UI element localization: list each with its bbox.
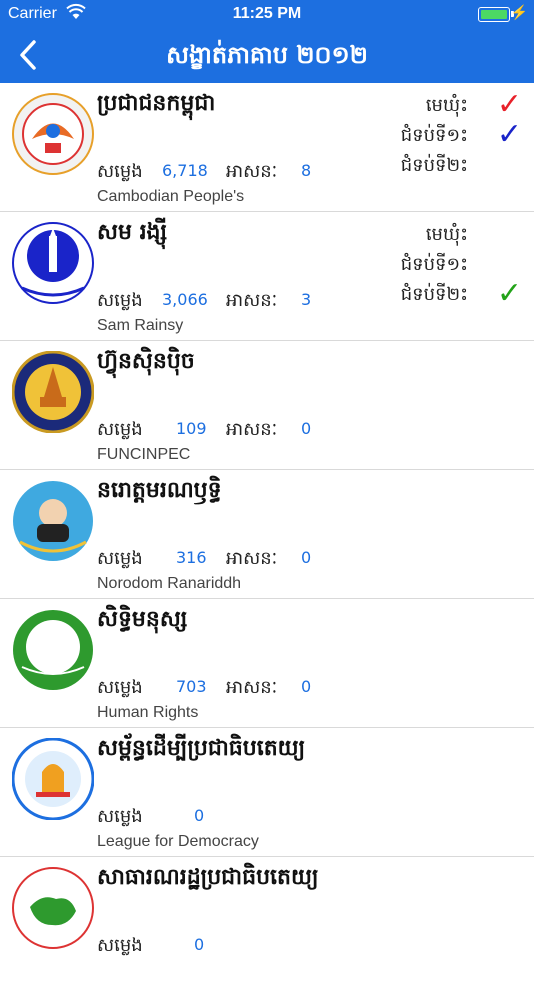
votes-value: 109 <box>176 419 207 438</box>
seats-value: 0 <box>301 419 312 438</box>
norodom-ranariddh-logo-icon <box>12 480 94 562</box>
seats-label: អាសនៈ <box>226 548 278 569</box>
commune-chief-label: មេឃុំះ <box>425 224 468 245</box>
navigation-bar: Carrier 11:25 PM ⚡ សង្ខាត់ភាគាប ២០១២ <box>0 0 534 83</box>
party-english-name: Norodom Ranariddh <box>97 575 242 592</box>
party-row-funcinpec[interactable]: ហ៊្វុនស៊ិនប៉ិច សម្លេង 109 អាសនៈ 0 FUNCIN… <box>0 341 534 470</box>
cpp-logo-icon <box>12 93 94 175</box>
party-english-name: Human Rights <box>97 704 199 721</box>
seats-value: 3 <box>301 290 312 309</box>
deputy1-label: ជំទប់ទី១ះ <box>400 125 468 146</box>
league-for-democracy-logo-icon <box>11 737 95 821</box>
party-row-cpp[interactable]: ប្រជាជនកម្ពុជា សម្លេង 6,718 អាសនៈ 8 Camb… <box>0 83 534 212</box>
votes-label: សម្លេង <box>97 935 143 956</box>
status-bar: Carrier 11:25 PM ⚡ <box>0 0 534 28</box>
party-english-name: FUNCINPEC <box>97 446 191 463</box>
seats-label: អាសនៈ <box>226 677 278 698</box>
seats-value: 0 <box>301 677 312 696</box>
seats-label: អាសនៈ <box>226 290 278 311</box>
votes-label: សម្លេង <box>97 290 143 311</box>
deputy1-label: ជំទប់ទី១ះ <box>400 254 468 275</box>
deputy2-check-icon: ✓ <box>496 276 522 311</box>
party-name: សម រង្ស៊ី <box>97 220 168 245</box>
deputy1-check-icon: ✓ <box>496 117 522 152</box>
votes-value: 6,718 <box>162 161 208 180</box>
votes-label: សម្លេង <box>97 161 143 182</box>
party-name: សាធារណរដ្ឋប្រជាធិបតេយ្យ <box>97 865 319 890</box>
votes-label: សម្លេង <box>97 548 143 569</box>
party-row-human-rights[interactable]: សិទ្ធិមនុស្ស សម្លេង 703 អាសនៈ 0 Human Ri… <box>0 599 534 728</box>
seats-value: 0 <box>301 548 312 567</box>
party-english-name: League for Democracy <box>97 833 259 850</box>
deputy2-label: ជំទប់ទី២ះ <box>400 155 468 176</box>
votes-value: 316 <box>176 548 207 567</box>
party-row-republican-democracy[interactable]: សាធារណរដ្ឋប្រជាធិបតេយ្យ សម្លេង 0 <box>0 857 534 986</box>
sam-rainsy-logo-icon <box>12 222 94 304</box>
funcinpec-logo-icon <box>11 350 95 434</box>
party-name: ហ៊្វុនស៊ិនប៉ិច <box>97 349 195 374</box>
clock: 11:25 PM <box>232 5 302 22</box>
votes-value: 3,066 <box>162 290 208 309</box>
votes-label: សម្លេង <box>97 419 143 440</box>
party-name: នរោត្តមរណឫទ្ធិ <box>97 478 222 503</box>
party-name: សិទ្ធិមនុស្ស <box>97 607 188 632</box>
seats-value: 8 <box>301 161 312 180</box>
party-name: ប្រជាជនកម្ពុជា <box>97 91 216 116</box>
party-row-sam-rainsy[interactable]: សម រង្ស៊ី សម្លេង 3,066 អាសនៈ 3 Sam Rains… <box>0 212 534 341</box>
votes-value: 703 <box>176 677 207 696</box>
deputy2-label: ជំទប់ទី២ះ <box>400 284 468 305</box>
party-english-name: Cambodian People's <box>97 188 245 205</box>
votes-label: សម្លេង <box>97 677 143 698</box>
party-row-league-for-democracy[interactable]: សម្ព័ន្ធដើម្បីប្រជាធិបតេយ្យ សម្លេង 0 Lea… <box>0 728 534 857</box>
page-title: សង្ខាត់ភាគាប ២០១២ <box>166 41 368 69</box>
charging-icon: ⚡ <box>510 4 528 20</box>
votes-label: សម្លេង <box>97 806 143 827</box>
votes-value: 0 <box>194 935 205 954</box>
commune-chief-label: មេឃុំះ <box>425 95 468 116</box>
human-rights-logo-icon <box>12 609 94 691</box>
seats-label: អាសនៈ <box>226 161 278 182</box>
seats-label: អាសនៈ <box>226 419 278 440</box>
republican-democracy-logo-icon <box>12 867 94 949</box>
votes-value: 0 <box>194 806 205 825</box>
party-row-norodom-ranariddh[interactable]: នរោត្តមរណឫទ្ធិ សម្លេង 316 អាសនៈ 0 Norodo… <box>0 470 534 599</box>
battery-icon <box>478 7 510 22</box>
party-name: សម្ព័ន្ធដើម្បីប្រជាធិបតេយ្យ <box>97 736 306 761</box>
party-english-name: Sam Rainsy <box>97 317 184 334</box>
